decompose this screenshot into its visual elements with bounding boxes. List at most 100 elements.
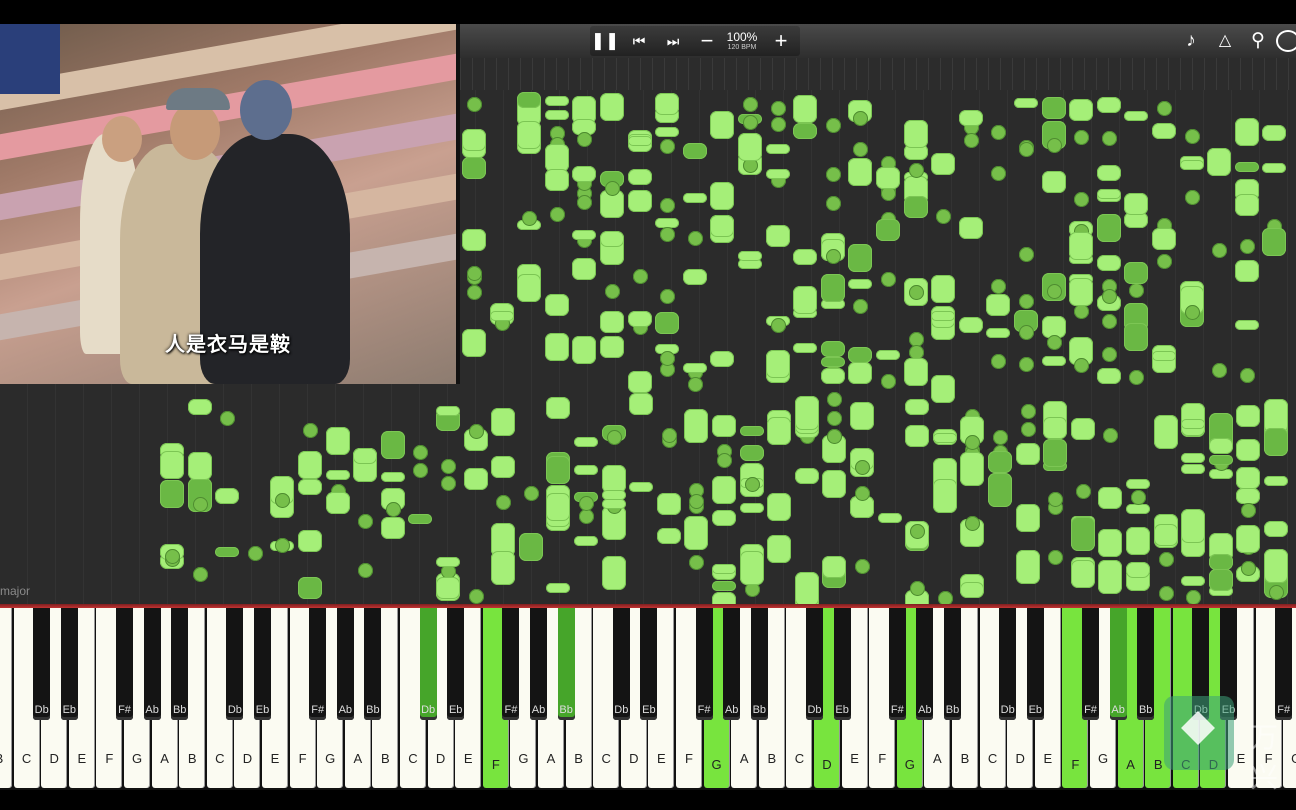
black-key-Ab[interactable]: Ab [336,608,354,720]
note-dot [605,284,620,300]
note [544,168,569,191]
black-key-label: Bb [0,704,1,716]
note [958,109,983,126]
black-key-label: Ab [531,704,546,716]
black-key-Eb[interactable]: Eb [833,608,851,720]
note-dot [468,588,484,604]
black-key-Eb[interactable]: Eb [640,608,658,720]
black-key-Bb[interactable]: Bb [557,608,575,720]
video-subtitle: 人是衣马是鞍 [165,332,291,356]
note [572,336,597,365]
note-dot [1184,304,1200,320]
black-key-Db[interactable]: Db [33,608,51,720]
tempo-bpm: 120 BPM [727,44,757,51]
white-key-label: G [325,751,336,766]
note-dot [660,350,676,366]
white-key-label: F [491,757,500,772]
black-key-Eb[interactable]: Eb [60,608,78,720]
black-key-Db[interactable]: Db [999,608,1017,720]
white-key-label: E [850,751,859,766]
piano-keyboard[interactable]: BCDEFGABCDEFGABCDEFGABCDEFGABCDEFGABCDEF… [0,608,1296,790]
note [517,92,542,109]
note [655,312,680,335]
note-dot [441,475,456,491]
black-key-Db[interactable]: Db [612,608,630,720]
black-key-label: Bb [366,704,380,716]
note [960,452,985,487]
key-signature-label: major [0,584,31,598]
note [988,451,1012,474]
black-key-Eb[interactable]: Eb [1026,608,1044,720]
note-dot [1101,313,1117,329]
black-key-Eb[interactable]: Eb [447,608,465,720]
note [1234,260,1259,283]
loop-icon[interactable] [1276,30,1296,52]
note-dot [247,545,263,561]
note-dot [358,562,374,578]
black-key-Bb[interactable]: Bb [944,608,961,720]
note [517,273,542,302]
black-key-F#[interactable]: F# [309,608,327,720]
note-dot [1019,324,1034,340]
note [793,343,818,354]
note [1015,443,1040,466]
note [822,555,847,578]
note [629,393,654,416]
note-dot [825,117,841,133]
note-dot [1184,128,1200,144]
black-key-Ab[interactable]: Ab [143,608,161,720]
black-key-Bb[interactable]: Bb [750,608,768,720]
black-key-Db[interactable]: Db [806,608,823,720]
black-key-F#[interactable]: F# [116,608,133,720]
note [848,243,873,272]
white-key-label: C [215,751,225,766]
note [876,218,900,241]
note-dot [825,248,841,264]
note [436,406,460,417]
white-key-label: A [160,751,169,766]
black-key-F#[interactable]: F# [1275,608,1293,720]
black-key-Ab[interactable]: Ab [916,608,934,720]
note-dot [689,493,705,509]
note [767,535,792,564]
note [491,408,516,437]
black-key-Eb[interactable]: Eb [254,608,271,720]
note-dot [1020,421,1036,437]
note-icon[interactable]: ♪ [1178,28,1204,54]
black-key-Bb[interactable]: Bb [1137,608,1155,720]
note [1096,96,1121,113]
note [574,535,598,546]
white-key-B[interactable]: B [0,608,12,788]
black-key-Ab[interactable]: Ab [723,608,741,720]
black-key-label: Bb [945,704,960,716]
black-key-F#[interactable]: F# [888,608,906,720]
note [1070,418,1095,441]
note [820,340,845,357]
black-key-Bb[interactable]: Bb [171,608,189,720]
metronome-icon[interactable]: △ [1212,28,1238,54]
skip-back-icon[interactable]: ⏮ [624,26,654,56]
white-key-label: G [1097,751,1109,766]
note [325,470,350,481]
note [931,311,956,322]
minus-icon[interactable]: − [694,26,720,56]
note [793,248,818,265]
black-key-Db[interactable]: Db [419,608,437,720]
note [1152,351,1176,362]
black-key-Ab[interactable]: Ab [1109,608,1127,720]
black-key-Bb[interactable]: Bb [364,608,382,720]
pause-icon[interactable]: ❚❚ [590,26,620,56]
zoom-icon[interactable]: ⚲ [1245,28,1271,54]
black-key-Ab[interactable]: Ab [530,608,547,720]
plus-icon[interactable]: + [768,26,794,56]
black-key-F#[interactable]: F# [502,608,520,720]
black-key-F#[interactable]: F# [1082,608,1099,720]
black-key-F#[interactable]: F# [695,608,713,720]
skip-forward-icon[interactable]: ⏭ [658,26,688,56]
note [187,399,212,416]
black-key-label: F# [697,704,711,716]
timeline-ruler[interactable] [460,58,1296,90]
note [1181,453,1206,464]
note [794,571,819,606]
black-key-Db[interactable]: Db [226,608,244,720]
